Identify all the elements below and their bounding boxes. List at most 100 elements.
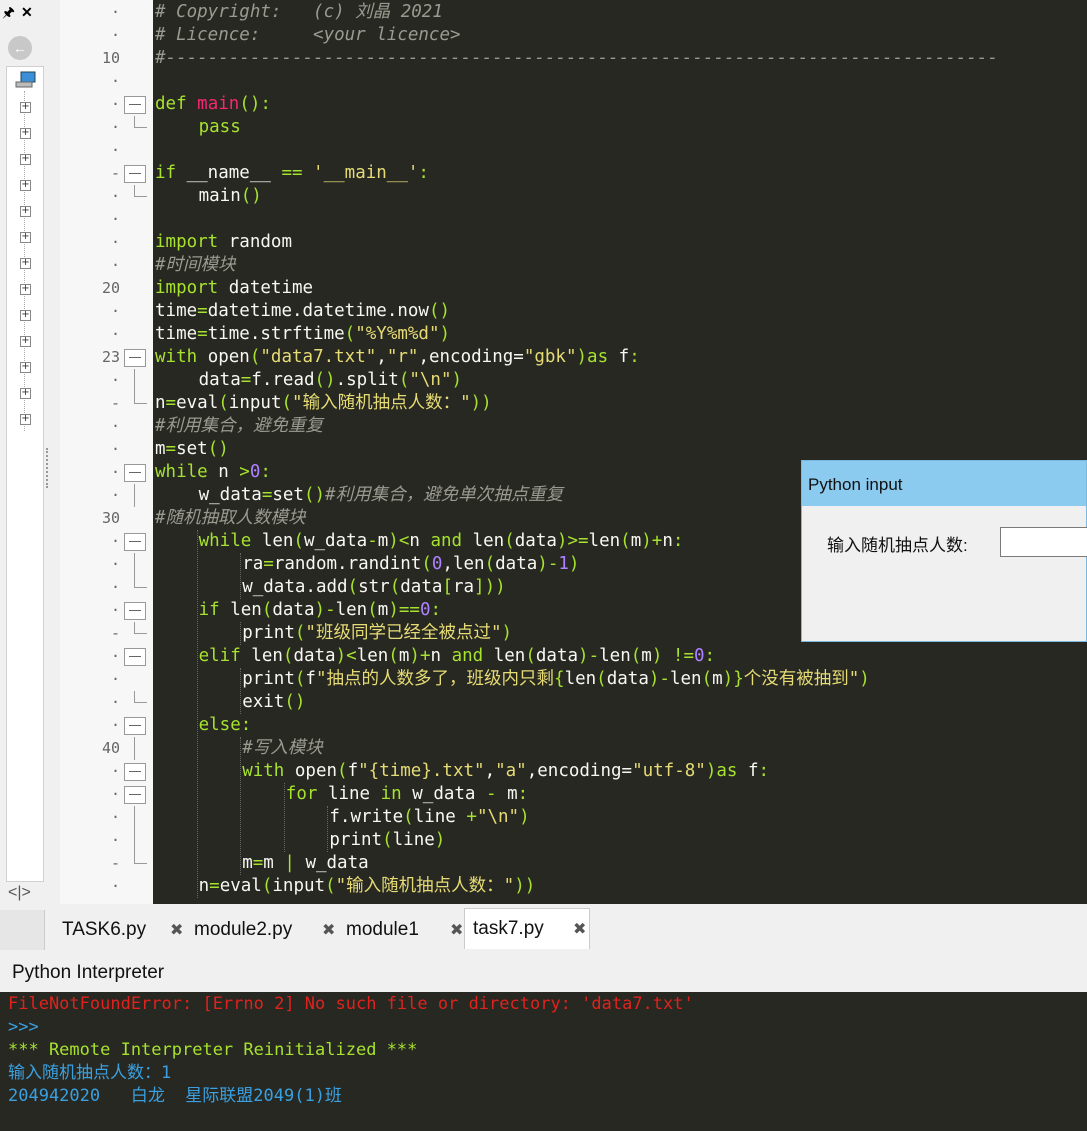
- code-token: (): [303, 485, 326, 505]
- code-token: "data7.txt": [260, 347, 377, 367]
- fold-toggle-icon[interactable]: [122, 461, 146, 484]
- code-token: m: [263, 853, 285, 873]
- tree-expand-icon[interactable]: +: [20, 102, 31, 113]
- tree-expand-icon[interactable]: +: [20, 128, 31, 139]
- code-line: while len(w_data-m)<n and len(data)>=len…: [199, 530, 684, 553]
- console-line: 204942020 白龙 星际联盟2049(1)班: [8, 1086, 342, 1106]
- code-token: ==: [281, 163, 314, 183]
- code-token: with: [155, 347, 208, 367]
- code-token: and: [430, 531, 473, 551]
- fold-line: [134, 392, 147, 404]
- dialog-title: Python input: [802, 461, 1086, 506]
- tab-label: TASK6.py: [62, 919, 147, 940]
- fold-toggle-icon[interactable]: [122, 645, 146, 668]
- code-token: else: [198, 715, 241, 735]
- code-editor[interactable]: · · 10 · · · · - · · · · 20 · · 23 · - · · · · 30 · · · · - · · · · 40 · ·…: [60, 0, 1087, 904]
- collapse-box: [124, 165, 146, 183]
- tree-expand-icon[interactable]: +: [20, 310, 31, 321]
- code-token: -: [325, 600, 336, 620]
- back-arrow-icon[interactable]: ←: [8, 36, 32, 60]
- fold-toggle-icon[interactable]: [122, 346, 146, 369]
- tree-expand-icon[interactable]: +: [20, 232, 31, 243]
- tree-expand-icon[interactable]: +: [20, 206, 31, 217]
- code-token: len: [261, 531, 294, 551]
- fold-toggle-icon[interactable]: [122, 93, 146, 116]
- line-number: -: [110, 854, 120, 872]
- code-token: "%Y%m%d": [355, 324, 440, 344]
- tree-expand-icon[interactable]: +: [20, 336, 31, 347]
- code-token: 0: [419, 600, 431, 620]
- code-token: ])): [474, 577, 506, 597]
- code-token: (: [337, 761, 348, 781]
- line-number: ·: [110, 118, 120, 136]
- scroll-left-arrow[interactable]: <: [8, 884, 17, 901]
- code-token: len: [599, 646, 631, 666]
- code-token: main: [197, 94, 240, 114]
- code-token: datetime: [228, 278, 314, 298]
- code-area[interactable]: # Copyright: (c) 刘晶 2021 # Licence: <your…: [153, 0, 1087, 904]
- tree-expand-icon[interactable]: +: [20, 362, 31, 373]
- tree-expand-icon[interactable]: +: [20, 414, 31, 425]
- tree-horizontal-scroll[interactable]: <|>: [8, 884, 31, 902]
- tab-close-icon[interactable]: ✖: [573, 909, 586, 949]
- code-token: and: [451, 646, 494, 666]
- code-token: #---------------------------------------…: [155, 48, 998, 68]
- scroll-right-arrow[interactable]: >: [22, 884, 31, 901]
- panel-splitter[interactable]: [46, 448, 52, 488]
- code-token: "\n": [409, 370, 452, 390]
- fold-guide: [122, 369, 146, 392]
- line-number: ·: [110, 417, 120, 435]
- tree-expand-icon[interactable]: +: [20, 154, 31, 165]
- line-number: ·: [110, 256, 120, 274]
- interpreter-console[interactable]: FileNotFoundError: [Errno 2] No such fil…: [0, 992, 1087, 1131]
- code-token: (: [388, 646, 399, 666]
- code-token: #写入模块: [242, 738, 323, 758]
- code-token: =: [197, 301, 208, 321]
- fold-toggle-icon[interactable]: [122, 162, 146, 185]
- tab-close-icon[interactable]: ✖: [322, 910, 335, 950]
- code-line: if __name__ == '__main__':: [155, 162, 429, 185]
- code-token: ): [556, 531, 568, 551]
- tab-task6-py[interactable]: TASK6.py ✖: [62, 910, 188, 946]
- code-token: 0: [431, 554, 443, 574]
- code-token: if: [155, 163, 187, 183]
- tab-close-icon[interactable]: ✖: [170, 910, 183, 950]
- fold-toggle-icon[interactable]: [122, 760, 146, 783]
- pin-icon[interactable]: 🖈: [2, 2, 15, 26]
- tree-expand-icon[interactable]: +: [20, 258, 31, 269]
- code-token: :: [672, 531, 684, 551]
- tree-expand-icon[interactable]: +: [20, 284, 31, 295]
- tree-expand-icon[interactable]: +: [20, 388, 31, 399]
- dialog-input-field[interactable]: [1000, 527, 1087, 557]
- fold-toggle-icon[interactable]: [122, 599, 146, 622]
- indent-guide: [196, 530, 198, 898]
- code-token: 1: [558, 554, 569, 574]
- code-token: data: [606, 669, 649, 689]
- code-token: =: [165, 393, 177, 413]
- code-line: n=eval(input("输入随机抽点人数：")): [199, 875, 536, 898]
- code-token: #随机抽取人数模块: [155, 508, 306, 528]
- code-token: while: [155, 462, 219, 482]
- tab-module1[interactable]: module1 ✖: [346, 910, 468, 946]
- tab-module2-py[interactable]: module2.py ✖: [194, 910, 340, 946]
- code-token: >=: [567, 531, 589, 551]
- fold-toggle-icon[interactable]: [122, 530, 146, 553]
- tab-close-icon[interactable]: ✖: [450, 910, 463, 950]
- code-token: (: [620, 531, 631, 551]
- code-token: 0: [693, 646, 705, 666]
- collapse-box: [124, 648, 146, 666]
- fold-toggle-icon[interactable]: [122, 714, 146, 737]
- code-token: :: [629, 347, 640, 367]
- close-icon[interactable]: ✕: [21, 4, 33, 21]
- code-token: ): [335, 646, 347, 666]
- interpreter-title: Python Interpreter: [0, 958, 1087, 992]
- code-token: #利用集合，避免单次抽点重复: [325, 485, 564, 505]
- line-number: ·: [110, 302, 120, 320]
- code-token: <: [346, 646, 357, 666]
- code-token: |: [284, 853, 306, 873]
- fold-toggle-icon[interactable]: [122, 783, 146, 806]
- tab-task7-py[interactable]: task7.py ✖: [464, 908, 590, 949]
- code-token: (: [403, 807, 414, 827]
- code-token: open: [294, 761, 338, 781]
- tree-expand-icon[interactable]: +: [20, 180, 31, 191]
